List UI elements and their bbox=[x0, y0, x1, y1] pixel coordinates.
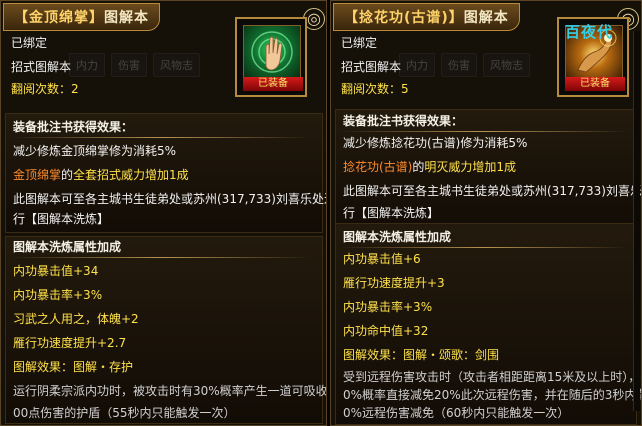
ghost-tab-2: 伤害 bbox=[111, 53, 147, 77]
ghost-tab-3: 风物志 bbox=[153, 53, 200, 77]
effect-desc-2: 0%概率直接减免20%此次远程伤害，并在随后的3秒内获得1 bbox=[343, 388, 642, 402]
equipped-badge: 已装备 bbox=[243, 77, 303, 91]
attr-3: 内功暴击率+3% bbox=[343, 300, 433, 314]
annotation-line-3: 此图解本可至各主城书生徒弟处或苏州(317,733)刘喜乐处进 bbox=[343, 184, 642, 198]
annotation-line-2: 金顶绵掌的全套招式威力增加1成 bbox=[13, 167, 189, 183]
skill-set: 全套招式 bbox=[73, 168, 122, 182]
item-kind: 图解本 bbox=[463, 10, 509, 26]
annotation-line-4: 行【图解本洗炼】 bbox=[13, 212, 110, 226]
watermark-text: 百夜代 bbox=[565, 23, 614, 41]
annotation-header: 装备批注书获得效果： bbox=[343, 114, 464, 128]
connector-text: 的 bbox=[61, 168, 74, 182]
attr-2: 雁行功速度提升+3 bbox=[343, 276, 445, 290]
annotation-line-4: 行【图解本洗炼】 bbox=[343, 206, 440, 220]
skill-set: 明灭 bbox=[424, 160, 449, 174]
item-card: 已装备 bbox=[235, 17, 307, 97]
scrollbar[interactable] bbox=[633, 31, 640, 411]
effect-desc-1: 受到远程伤害攻击时（攻击者相距距离15米及以上时），有1 bbox=[343, 370, 642, 384]
item-type: 招式图解本 bbox=[341, 60, 402, 74]
item-type: 招式图解本 bbox=[11, 60, 72, 74]
attr-1: 内功暴击值+6 bbox=[343, 252, 421, 266]
divider bbox=[341, 131, 627, 132]
ghost-tab-3: 风物志 bbox=[483, 53, 530, 77]
attr-2: 内功暴击率+3% bbox=[13, 288, 103, 302]
attr-3: 习武之人用之，体魄+2 bbox=[13, 312, 139, 326]
effect-desc-2: 00点伤害的护盾（55秒内只能触发一次） bbox=[13, 406, 236, 420]
effect-desc-1: 运行阴柔宗派内功时，被攻击时有30%概率产生一道可吸收7 bbox=[13, 384, 327, 398]
annotation-line-3: 此图解本可至各主城书生徒弟处或苏州(317,733)刘喜乐处进 bbox=[13, 192, 327, 206]
skill-name: 金顶绵掌 bbox=[13, 168, 62, 182]
background-tabs: 内力 伤害 风物志 bbox=[399, 53, 530, 77]
divider bbox=[11, 137, 311, 138]
item-title: 【捻花功(古谱)】 图解本 bbox=[333, 3, 520, 31]
ghost-tab-2: 伤害 bbox=[441, 53, 477, 77]
effect-title: 图解效果：图解・颂歌：剑围 bbox=[343, 348, 500, 362]
tooltip-panel-left: 内力 伤害 风物志 【金顶绵掌】 图解本 ◎ 已绑定 招式图解本 翻阅次数：2 … bbox=[0, 0, 327, 426]
item-kind: 图解本 bbox=[104, 10, 149, 26]
attr-4: 内功命中值+32 bbox=[343, 324, 429, 338]
attr-1: 内功暴击值+34 bbox=[13, 264, 99, 278]
annotation-header: 装备批注书获得效果： bbox=[13, 120, 134, 134]
effect-title: 图解效果：图解・存护 bbox=[13, 360, 134, 374]
attr-4: 雁行功速度提升+2.7 bbox=[13, 336, 127, 350]
ghost-tab-1: 内力 bbox=[399, 53, 435, 77]
annotation-line-1: 减少修炼捻花功(古谱)修为消耗5% bbox=[343, 136, 528, 150]
power-bonus: 威力增加1成 bbox=[448, 160, 517, 174]
divider bbox=[341, 247, 627, 248]
effect-desc-3: 0%远程伤害减免（60秒内只能触发一次） bbox=[343, 406, 570, 420]
power-bonus: 威力增加1成 bbox=[121, 168, 189, 182]
annotation-line-1: 减少修炼金顶绵掌修为消耗5% bbox=[13, 144, 177, 158]
refine-header: 图解本洗炼属性加成 bbox=[13, 240, 122, 254]
refine-header: 图解本洗炼属性加成 bbox=[343, 230, 452, 244]
annotation-line-2: 捻花功(古谱)的明灭威力增加1成 bbox=[343, 159, 516, 175]
skill-name: 捻花功(古谱) bbox=[343, 160, 413, 174]
ghost-tab-1: 内力 bbox=[69, 53, 105, 77]
bound-status: 已绑定 bbox=[11, 36, 48, 50]
item-title: 【金顶绵掌】 图解本 bbox=[3, 3, 160, 31]
tooltip-panel-right: 内力 伤害 风物志 【捻花功(古谱)】 图解本 ◎ 已绑定 招式图解本 翻阅次数… bbox=[330, 0, 642, 426]
read-count: 翻阅次数：2 bbox=[11, 82, 79, 96]
bound-status: 已绑定 bbox=[341, 36, 378, 50]
equipped-badge: 已装备 bbox=[565, 77, 625, 91]
read-count: 翻阅次数：5 bbox=[341, 82, 409, 96]
divider bbox=[11, 257, 311, 258]
connector-text: 的 bbox=[412, 160, 425, 174]
item-name: 【金顶绵掌】 bbox=[14, 10, 104, 26]
palm-hand-icon bbox=[243, 25, 301, 79]
background-tabs: 内力 伤害 风物志 bbox=[69, 53, 200, 77]
item-name: 【捻花功(古谱)】 bbox=[344, 10, 464, 26]
